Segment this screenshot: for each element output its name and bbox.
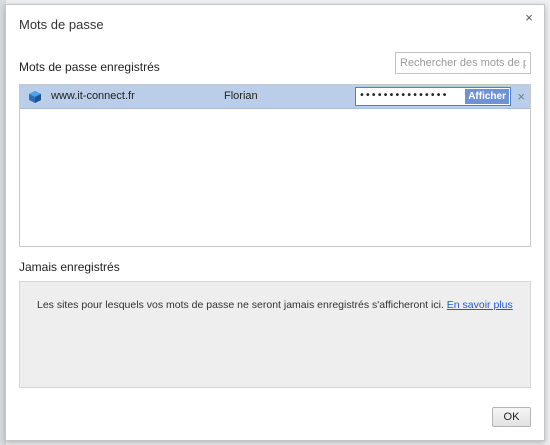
never-saved-text: Les sites pour lesquels vos mots de pass… — [37, 299, 444, 311]
show-password-button[interactable]: Afficher — [465, 89, 509, 104]
saved-passwords-list: www.it-connect.fr Florian ••••••••••••••… — [19, 84, 531, 247]
site-favicon-icon — [29, 91, 41, 103]
passwords-dialog: Mots de passe × Mots de passe enregistré… — [5, 4, 545, 441]
ok-button[interactable]: OK — [492, 407, 531, 427]
never-saved-message: Les sites pour lesquels vos mots de pass… — [37, 299, 513, 311]
password-mask: ••••••••••••••• — [359, 90, 448, 101]
remove-icon[interactable]: × — [517, 89, 525, 104]
password-field[interactable]: ••••••••••••••• Afficher — [355, 87, 511, 106]
close-icon[interactable]: × — [522, 11, 536, 25]
learn-more-link[interactable]: En savoir plus — [447, 299, 513, 311]
search-passwords-input[interactable] — [395, 52, 531, 74]
password-row[interactable]: www.it-connect.fr Florian ••••••••••••••… — [20, 85, 530, 109]
row-site: www.it-connect.fr — [51, 90, 135, 102]
never-saved-heading: Jamais enregistrés — [19, 260, 120, 274]
row-username: Florian — [224, 90, 258, 102]
saved-passwords-heading: Mots de passe enregistrés — [19, 60, 160, 74]
never-saved-list: Les sites pour lesquels vos mots de pass… — [19, 281, 531, 388]
dialog-title: Mots de passe — [19, 17, 104, 32]
